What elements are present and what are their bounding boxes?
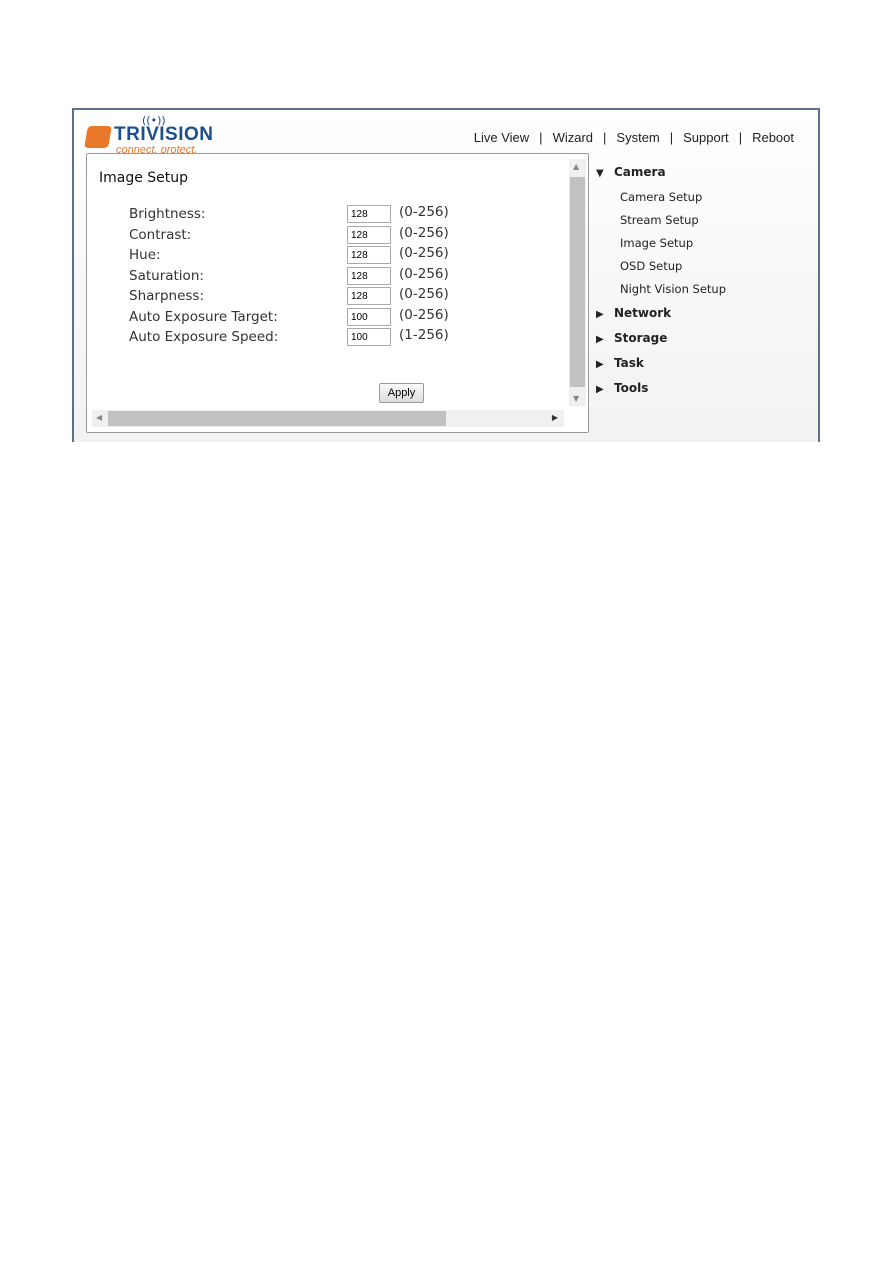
group-label: Tools xyxy=(614,381,649,395)
apply-button[interactable]: Apply xyxy=(379,383,424,403)
sidebar-group-task[interactable]: ▶ Task xyxy=(596,356,644,370)
ae-target-input[interactable] xyxy=(347,308,391,326)
separator: | xyxy=(603,130,607,145)
field-label: Sharpness: xyxy=(129,288,204,304)
range-hint: (0-256) xyxy=(399,204,449,220)
separator: | xyxy=(738,130,743,145)
nav-system[interactable]: System xyxy=(616,130,659,145)
range-hint: (0-256) xyxy=(399,266,449,282)
range-hint: (1-256) xyxy=(399,327,449,343)
top-nav: Live View | Wizard | System | Support | Rebo… xyxy=(474,130,794,145)
group-label: Task xyxy=(614,356,644,370)
vertical-scrollbar[interactable]: ▲ ▼ xyxy=(569,159,586,406)
sharpness-input[interactable] xyxy=(347,287,391,305)
triangle-right-icon: ▶ xyxy=(596,334,604,345)
sidebar-item-image-setup[interactable]: Image Setup xyxy=(620,236,693,250)
range-hint: (0-256) xyxy=(399,225,449,241)
scroll-right-icon[interactable]: ▶ xyxy=(552,413,558,422)
ae-speed-input[interactable] xyxy=(347,328,391,346)
field-label: Auto Exposure Speed: xyxy=(129,329,279,345)
separator: | xyxy=(669,130,674,145)
trivision-logo: ((•)) TRIVISION connect. protect. xyxy=(84,114,226,156)
field-label: Hue: xyxy=(129,247,161,263)
separator: | xyxy=(539,130,543,145)
field-label: Contrast: xyxy=(129,227,192,243)
horizontal-scrollbar[interactable]: ◀ ▶ xyxy=(92,410,564,427)
hue-input[interactable] xyxy=(347,246,391,264)
triangle-right-icon: ▶ xyxy=(596,384,604,395)
scroll-down-icon[interactable]: ▼ xyxy=(573,394,579,403)
scroll-left-icon[interactable]: ◀ xyxy=(96,413,102,422)
sidebar-item-camera-setup[interactable]: Camera Setup xyxy=(620,190,702,204)
logo-mark-icon xyxy=(84,126,112,148)
sidebar-group-storage[interactable]: ▶ Storage xyxy=(596,331,667,345)
vertical-scroll-thumb[interactable] xyxy=(570,177,585,387)
brightness-input[interactable] xyxy=(347,205,391,223)
sidebar-group-camera[interactable]: ▼ Camera xyxy=(596,165,666,179)
nav-reboot[interactable]: Reboot xyxy=(752,130,794,145)
triangle-down-icon: ▼ xyxy=(596,168,604,179)
field-label: Saturation: xyxy=(129,268,204,284)
image-setup-panel: Image Setup Brightness: (0-256) Contrast:… xyxy=(86,153,589,433)
triangle-right-icon: ▶ xyxy=(596,359,604,370)
contrast-input[interactable] xyxy=(347,226,391,244)
saturation-input[interactable] xyxy=(347,267,391,285)
range-hint: (0-256) xyxy=(399,245,449,261)
group-label: Storage xyxy=(614,331,668,345)
sidebar-item-stream-setup[interactable]: Stream Setup xyxy=(620,213,699,227)
field-label: Auto Exposure Target: xyxy=(129,309,278,325)
logo-name: TRIVISION xyxy=(114,124,214,145)
range-hint: (0-256) xyxy=(399,286,449,302)
sidebar-group-network[interactable]: ▶ Network xyxy=(596,306,671,320)
horizontal-scroll-thumb[interactable] xyxy=(108,411,446,426)
sidebar-item-night-vision-setup[interactable]: Night Vision Setup xyxy=(620,282,726,296)
page-title: Image Setup xyxy=(99,170,189,186)
nav-wizard[interactable]: Wizard xyxy=(553,130,593,145)
field-label: Brightness: xyxy=(129,206,206,222)
app-window: ((•)) TRIVISION connect. protect. Live V… xyxy=(72,108,820,442)
nav-support[interactable]: Support xyxy=(683,130,729,145)
group-label: Camera xyxy=(614,165,666,179)
group-label: Network xyxy=(614,306,672,320)
range-hint: (0-256) xyxy=(399,307,449,323)
scroll-up-icon[interactable]: ▲ xyxy=(573,162,579,171)
triangle-right-icon: ▶ xyxy=(596,309,604,320)
sidebar-group-tools[interactable]: ▶ Tools xyxy=(596,381,648,395)
nav-live-view[interactable]: Live View xyxy=(474,130,529,145)
sidebar-item-osd-setup[interactable]: OSD Setup xyxy=(620,259,682,273)
